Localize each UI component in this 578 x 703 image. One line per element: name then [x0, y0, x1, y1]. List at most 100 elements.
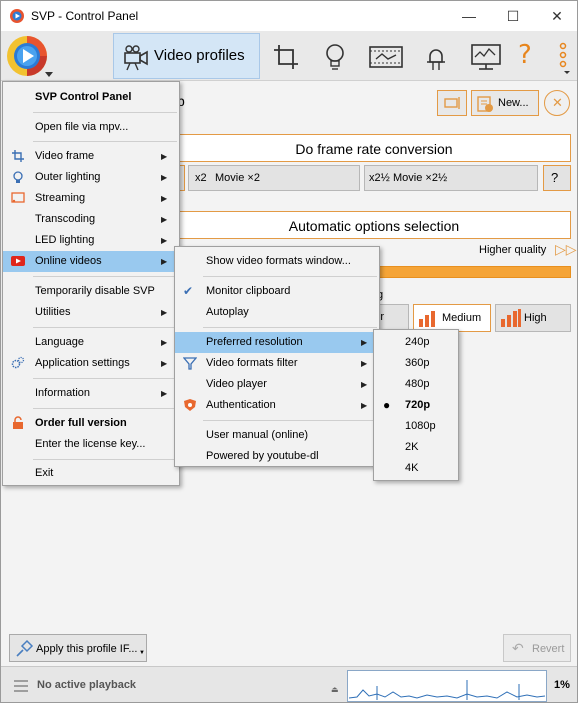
menu-item-label: Utilities	[35, 306, 71, 318]
tab-streaming[interactable]	[362, 33, 408, 79]
status-bar: No active playback ⏏ 1%	[1, 666, 577, 702]
submenu-arrow-icon: ▶	[161, 215, 168, 224]
menu-item-4k[interactable]: 4K	[374, 458, 458, 479]
tab-video-frame[interactable]	[263, 33, 307, 79]
menu-separator	[33, 276, 177, 277]
menu-item-language[interactable]: Language ▶	[3, 332, 179, 353]
menu-item-360p[interactable]: 360p	[374, 353, 458, 374]
menu-item-label: Information	[35, 387, 91, 399]
delete-icon: ✕	[552, 95, 563, 110]
tab-lighting[interactable]	[312, 33, 356, 79]
delete-profile-button[interactable]: ✕	[544, 90, 570, 116]
menu-item-2k[interactable]: 2K	[374, 437, 458, 458]
apply-profile-button[interactable]: Apply this profile IF... ▼	[9, 634, 147, 662]
custom-rate-button[interactable]: ?	[543, 165, 571, 191]
eject-icon[interactable]: ⏏	[331, 685, 339, 694]
menu-item-led-lighting[interactable]: LED lighting ▶	[3, 230, 179, 251]
menu-item-label: 2K	[405, 441, 419, 453]
menu-item-video-frame[interactable]: Video frame ▶	[3, 146, 179, 167]
app-menu-button[interactable]	[3, 33, 55, 79]
menu-item-transcoding[interactable]: Transcoding ▶	[3, 209, 179, 230]
tab-video-profiles[interactable]: Video profiles	[113, 33, 260, 79]
help-button[interactable]: ?	[511, 33, 541, 79]
menu-item-app-settings[interactable]: Application settings ▶	[3, 353, 179, 374]
movie-x2-button[interactable]: x2 Movie ×2	[188, 165, 360, 191]
submenu-arrow-icon: ▶	[161, 173, 168, 182]
menu-item-disable-svp[interactable]: Temporarily disable SVP	[3, 281, 179, 302]
menu-item-authentication[interactable]: Authentication ▶	[175, 395, 379, 416]
menu-item-open-file[interactable]: Open file via mpv...	[3, 117, 179, 138]
menu-item-show-video-formats[interactable]: Show video formats window...	[175, 251, 379, 272]
menu-item-user-manual[interactable]: User manual (online)	[175, 425, 379, 446]
crop-small-icon	[12, 150, 24, 162]
menu-item-online-videos[interactable]: Online videos ▶	[3, 251, 179, 272]
revert-button[interactable]: ↶ Revert	[503, 634, 571, 662]
new-profile-button[interactable]: New...	[471, 90, 539, 116]
submenu-arrow-icon: ▶	[161, 308, 168, 317]
profile-name-field[interactable]: p	[177, 93, 431, 113]
menu-item-480p[interactable]: 480p	[374, 374, 458, 395]
double-arrow-right-icon[interactable]: ▷▷	[555, 241, 577, 258]
rename-icon	[444, 97, 460, 109]
menu-item-label: Exit	[35, 467, 54, 479]
frame-rate-conversion-label: Do frame rate conversion	[295, 141, 453, 157]
menu-item-license-key[interactable]: Enter the license key...	[3, 434, 179, 455]
frame-rate-conversion-header[interactable]: Do frame rate conversion	[177, 134, 571, 162]
minimize-button[interactable]: —	[459, 7, 479, 25]
menu-item-1080p[interactable]: 1080p	[374, 416, 458, 437]
film-strip-icon	[369, 46, 403, 68]
submenu-arrow-icon: ▶	[161, 389, 168, 398]
svp-control-panel-window: SVP - Control Panel — ☐ ✕ Video profiles…	[0, 0, 578, 703]
x2-5-badge-icon: x2½	[369, 172, 390, 184]
apply-profile-label: Apply this profile IF...	[36, 643, 138, 655]
medium-bars-icon	[419, 311, 435, 327]
medium-quality-button[interactable]: Medium	[413, 304, 491, 332]
menu-item-video-player[interactable]: Video player ▶	[175, 374, 379, 395]
auto-options-header[interactable]: Automatic options selection	[177, 211, 571, 239]
hamburger-icon[interactable]	[13, 679, 29, 693]
menu-item-utilities[interactable]: Utilities ▶	[3, 302, 179, 323]
online-videos-submenu: Show video formats window... ✔ Monitor c…	[174, 246, 380, 467]
menu-item-video-formats-filter[interactable]: Video formats filter ▶	[175, 353, 379, 374]
low-quality-label: r	[380, 311, 384, 323]
menu-item-label: 1080p	[405, 420, 436, 432]
menu-item-720p[interactable]: ● 720p	[374, 395, 458, 416]
menu-item-label: Outer lighting	[35, 171, 101, 183]
menu-item-preferred-resolution[interactable]: Preferred resolution ▶	[175, 332, 379, 353]
menu-separator	[33, 459, 177, 460]
question-icon: ?	[551, 170, 559, 185]
menu-header-label: SVP Control Panel	[35, 91, 132, 103]
submenu-arrow-icon: ▶	[361, 401, 368, 410]
main-context-menu: SVP Control Panel Open file via mpv... V…	[2, 81, 180, 486]
menu-item-240p[interactable]: 240p	[374, 332, 458, 353]
maximize-button[interactable]: ☐	[503, 7, 523, 25]
tab-monitor[interactable]	[463, 33, 507, 79]
menu-item-outer-lighting[interactable]: Outer lighting ▶	[3, 167, 179, 188]
close-window-button[interactable]: ✕	[547, 7, 567, 25]
menu-item-autoplay[interactable]: Autoplay	[175, 302, 379, 323]
high-quality-button[interactable]: High	[495, 304, 571, 332]
menu-item-label: 480p	[405, 378, 430, 390]
menu-item-label: 720p	[405, 399, 431, 411]
checkmark-icon: ✔	[183, 284, 194, 298]
submenu-arrow-icon: ▶	[161, 194, 168, 203]
menu-item-streaming[interactable]: Streaming ▶	[3, 188, 179, 209]
menu-separator	[203, 276, 377, 277]
menu-item-monitor-clipboard[interactable]: ✔ Monitor clipboard	[175, 281, 379, 302]
filter-icon	[183, 357, 197, 370]
menu-item-information[interactable]: Information ▶	[3, 383, 179, 404]
menu-item-powered-by[interactable]: Powered by youtube-dl	[175, 446, 379, 467]
cpu-usage-text: 1%	[554, 679, 570, 691]
submenu-arrow-icon: ▶	[361, 359, 368, 368]
menu-item-exit[interactable]: Exit	[3, 463, 179, 484]
submenu-arrow-icon: ▶	[361, 338, 368, 347]
rename-profile-button[interactable]	[437, 90, 467, 116]
menu-item-order-full-version[interactable]: Order full version	[3, 413, 179, 434]
submenu-arrow-icon: ▶	[161, 338, 168, 347]
menu-item-label: Powered by youtube-dl	[206, 450, 319, 462]
higher-quality-label: Higher quality	[479, 244, 547, 256]
submenu-arrow-icon: ▶	[161, 152, 168, 161]
tab-led[interactable]	[413, 33, 457, 79]
more-button[interactable]	[547, 33, 577, 79]
movie-x2-5-button[interactable]: x2½ Movie ×2½	[364, 165, 538, 191]
